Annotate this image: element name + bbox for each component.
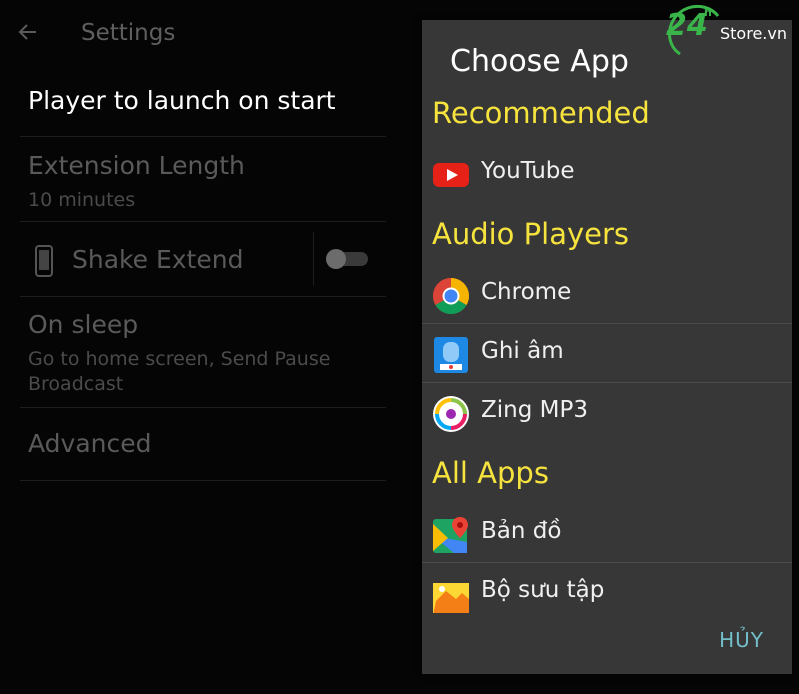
divider: [20, 480, 386, 481]
store-logo: 24 h Store.vn: [660, 2, 798, 62]
divider: [313, 232, 314, 286]
logo-text: Store.vn: [720, 24, 787, 43]
settings-toolbar: Settings: [0, 0, 420, 70]
recorder-icon: [434, 337, 468, 373]
app-item-ghi-am[interactable]: Ghi âm: [422, 324, 792, 382]
app-label: Ghi âm: [481, 338, 564, 364]
divider: [20, 136, 386, 137]
app-item-ban-do[interactable]: Bản đồ: [422, 504, 792, 562]
divider: [20, 221, 386, 222]
setting-extension-value: 10 minutes: [28, 189, 136, 211]
app-label: Bản đồ: [481, 518, 562, 544]
setting-player-title[interactable]: Player to launch on start: [28, 86, 336, 115]
section-audio-players: Audio Players: [432, 217, 629, 251]
page-title: Settings: [81, 20, 176, 46]
section-recommended: Recommended: [432, 96, 650, 130]
gallery-icon: [433, 583, 469, 613]
divider: [20, 296, 386, 297]
youtube-icon: [433, 163, 469, 187]
app-item-chrome[interactable]: Chrome: [422, 265, 792, 323]
setting-sleep-title[interactable]: On sleep: [28, 310, 138, 339]
shake-extend-toggle[interactable]: [326, 249, 368, 269]
setting-sleep-value: Go to home screen, Send Pause Broadcast: [28, 348, 331, 395]
section-all-apps: All Apps: [432, 456, 549, 490]
setting-advanced-title[interactable]: Advanced: [28, 429, 152, 458]
app-item-youtube[interactable]: YouTube: [422, 144, 792, 202]
dialog-title: Choose App: [450, 44, 629, 79]
toggle-knob: [326, 249, 346, 269]
logo-number: 24: [666, 8, 708, 43]
app-label: Zing MP3: [481, 397, 588, 423]
zing-mp3-icon: [433, 396, 469, 432]
app-item-zing-mp3[interactable]: Zing MP3: [422, 383, 792, 441]
cancel-button[interactable]: HỦY: [719, 628, 764, 652]
logo-superscript: h: [704, 6, 712, 19]
app-label: YouTube: [481, 158, 575, 184]
settings-screen: Settings Player to launch on start Exten…: [0, 0, 420, 694]
chrome-icon: [432, 278, 470, 315]
shake-phone-icon: [35, 245, 53, 277]
setting-extension-title[interactable]: Extension Length: [28, 151, 245, 180]
choose-app-dialog: Choose App Recommended YouTube Audio Pla…: [422, 20, 792, 674]
app-label: Bộ sưu tập: [481, 577, 605, 603]
back-arrow-icon[interactable]: [16, 20, 40, 44]
app-item-bo-suu-tap[interactable]: Bộ sưu tập: [422, 563, 792, 621]
maps-icon: [433, 517, 468, 553]
app-label: Chrome: [481, 279, 572, 305]
setting-shake-title[interactable]: Shake Extend: [72, 245, 243, 274]
divider: [20, 407, 386, 408]
